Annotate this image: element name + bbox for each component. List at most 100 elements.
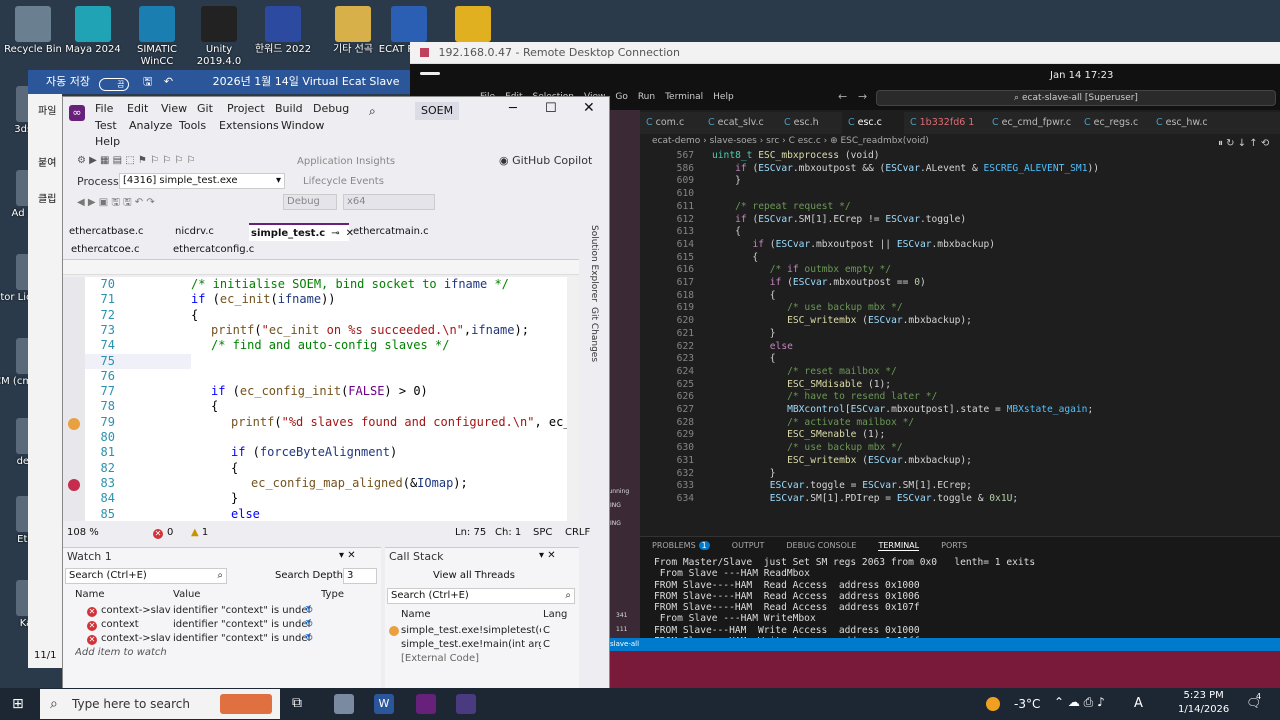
vs-menu-item[interactable]: View: [161, 102, 187, 115]
desktop-icon[interactable]: SIMATIC WinCC: [122, 6, 192, 68]
vscode-tab[interactable]: C 1b332fd6 1: [904, 112, 986, 134]
watch-row-name[interactable]: ✕ context->slav...: [87, 632, 171, 646]
vscode-tab[interactable]: Cesc_hw.c: [1150, 112, 1220, 134]
minimize-icon[interactable]: ─: [509, 101, 517, 116]
vscode-menu-item[interactable]: Help: [713, 92, 734, 102]
vs-menu-item[interactable]: Tools: [179, 119, 206, 132]
copilot-button[interactable]: ◉ GitHub Copilot: [499, 154, 592, 167]
tray-icons[interactable]: ⌃ ☁ ⎙ ♪: [1054, 695, 1105, 710]
vs-solution-name[interactable]: SOEM: [415, 102, 460, 120]
autosave-toggle[interactable]: 끔: [99, 78, 130, 91]
vs-menu-item[interactable]: File: [95, 102, 113, 115]
platform-select[interactable]: x64: [343, 194, 435, 210]
weather-temp[interactable]: -3°C: [1014, 697, 1040, 711]
callstack-column-header[interactable]: Lang: [543, 608, 567, 622]
vs-menu-item[interactable]: Analyze: [129, 119, 172, 132]
undo-icon[interactable]: ↶: [164, 75, 173, 88]
vscode-menu-item[interactable]: Go: [615, 92, 627, 102]
word-paste[interactable]: 붙여: [38, 154, 56, 169]
toolbar-icons-row3[interactable]: ◀ ▶ ▣ 🖫 🖫 ↶ ↷: [77, 195, 155, 212]
taskbar-search-input[interactable]: ⌕ Type here to search: [40, 689, 280, 719]
clock[interactable]: 5:23 PM 1/14/2026: [1178, 689, 1229, 717]
line-endings[interactable]: CRLF: [565, 525, 590, 541]
panel-tab[interactable]: PROBLEMS 1: [652, 541, 710, 550]
vs-menu-item[interactable]: Edit: [127, 102, 148, 115]
task-view-icon[interactable]: ⧉: [292, 695, 302, 711]
vscode-menu-item[interactable]: Run: [638, 92, 655, 102]
watch-search-input[interactable]: Search (Ctrl+E) ⌕: [65, 568, 227, 584]
desktop-icon[interactable]: 한워드 2022: [248, 6, 318, 56]
vscode-tab[interactable]: Cecat_slv.c: [702, 112, 778, 134]
vs-doc-tab[interactable]: nicdrv.c: [173, 223, 247, 241]
weather-icon[interactable]: [986, 697, 1000, 711]
vs-menu-item[interactable]: Test: [95, 119, 117, 132]
breakpoint-icon[interactable]: [68, 479, 80, 491]
callstack-column-header[interactable]: Name: [401, 608, 431, 622]
panel-tab[interactable]: TERMINAL: [878, 541, 920, 551]
vs-menu-item[interactable]: Help: [95, 135, 120, 148]
word-file-tab[interactable]: 파일: [38, 102, 56, 117]
vs-menu-item[interactable]: Extensions: [219, 119, 279, 132]
vs-menu-item[interactable]: Project: [227, 102, 265, 115]
back-arrow-icon[interactable]: ←: [838, 90, 847, 103]
close-icon[interactable]: ✕: [583, 100, 595, 116]
panel-tab[interactable]: DEBUG CONSOLE: [786, 541, 856, 550]
vscode-tab[interactable]: Cec_regs.c: [1078, 112, 1150, 134]
taskbar-app-icon[interactable]: [334, 694, 354, 714]
watch-column-header[interactable]: Name: [75, 588, 105, 602]
vs-doc-tab[interactable]: ethercatbase.c: [67, 223, 171, 241]
vs-menu-item[interactable]: Build: [275, 102, 303, 115]
refresh-icon[interactable]: ↻: [305, 604, 313, 618]
vs-menu-item[interactable]: Git: [197, 102, 213, 115]
maximize-icon[interactable]: ☐: [545, 101, 557, 116]
callstack-frame[interactable]: simple_test.exe!simpletest(ch...: [401, 624, 541, 638]
desktop-icon[interactable]: Maya 2024: [58, 6, 128, 56]
vs-doc-tab[interactable]: ethercatmain.c: [351, 223, 451, 241]
callstack-frame[interactable]: [External Code]: [401, 652, 541, 666]
vscode-menu-item[interactable]: Terminal: [665, 92, 703, 102]
vs-menu-item[interactable]: Window: [281, 119, 324, 132]
refresh-icon[interactable]: ↻: [305, 632, 313, 646]
zoom-level[interactable]: 108 %: [67, 525, 99, 541]
lifecycle-events[interactable]: Lifecycle Events: [303, 176, 384, 187]
vscode-command-search[interactable]: ⌕ ecat-slave-all [Superuser]: [876, 90, 1276, 106]
breakpoint-margin[interactable]: [63, 277, 85, 521]
view-all-threads[interactable]: View all Threads: [433, 570, 515, 581]
rdc-menu-handle[interactable]: [420, 72, 440, 75]
config-select[interactable]: Debug: [283, 194, 337, 210]
callstack-search-input[interactable]: Search (Ctrl+E) ⌕: [387, 588, 575, 604]
warning-count[interactable]: ▲ 1: [191, 525, 208, 541]
panel-tab[interactable]: PORTS: [941, 541, 967, 550]
vs-doc-tab[interactable]: ethercatconfig.c: [169, 241, 258, 259]
vscode-tab[interactable]: Ccom.c: [640, 112, 702, 134]
input-language[interactable]: A: [1134, 696, 1143, 711]
error-count[interactable]: ✕ 0: [153, 525, 173, 541]
vs-code-editor[interactable]: 70/* initialise SOEM, bind socket to ifn…: [63, 277, 579, 521]
pin-icon[interactable]: ⊸: [331, 228, 339, 239]
watch-column-header[interactable]: Type: [321, 588, 344, 602]
toolbar-icons-row1[interactable]: ⚙ ▶ ▦ ▤ ⬚ ⚑ ⚐ ⚐ ⚐ ⚐: [77, 155, 195, 166]
desktop-icon[interactable]: [438, 6, 508, 44]
vs-doc-tab[interactable]: ethercatcoe.c: [67, 241, 143, 259]
refresh-icon[interactable]: ↻: [305, 618, 313, 632]
process-select[interactable]: [4316] simple_test.exe ▾: [119, 173, 285, 189]
vscode-tab[interactable]: Cesc.c: [842, 112, 904, 134]
watch-row-name[interactable]: ✕ context->slav...: [87, 604, 171, 618]
vs-doc-tab[interactable]: simple_test.c ⊸ ✕: [249, 223, 354, 241]
forward-arrow-icon[interactable]: →: [858, 90, 867, 103]
vscode-tab[interactable]: Cec_cmd_fpwr.c: [986, 112, 1078, 134]
nav-bar[interactable]: [63, 259, 579, 275]
vs-menu-item[interactable]: Debug: [313, 102, 349, 115]
word-taskbar-icon[interactable]: W: [374, 694, 394, 714]
search-depth-select[interactable]: 3: [343, 568, 377, 584]
save-icon[interactable]: 🖫: [143, 75, 152, 88]
callstack-frame[interactable]: simple_test.exe!main(int argc,...: [401, 638, 541, 652]
watch-row-name[interactable]: ✕ context: [87, 618, 171, 632]
editor-scrollbar[interactable]: [567, 277, 579, 521]
desktop-icon[interactable]: Unity 2019.4.0: [184, 6, 254, 68]
git-changes-tab[interactable]: Git Changes: [585, 307, 599, 377]
vscode-editor[interactable]: 567 uint8_t ESC_mbxprocess (void) 586 if (…: [640, 148, 1280, 536]
watch-panel-controls[interactable]: ▾ ✕: [339, 550, 356, 561]
status-remote[interactable]: slave-all: [610, 638, 639, 651]
indent-mode[interactable]: SPC: [533, 525, 552, 541]
